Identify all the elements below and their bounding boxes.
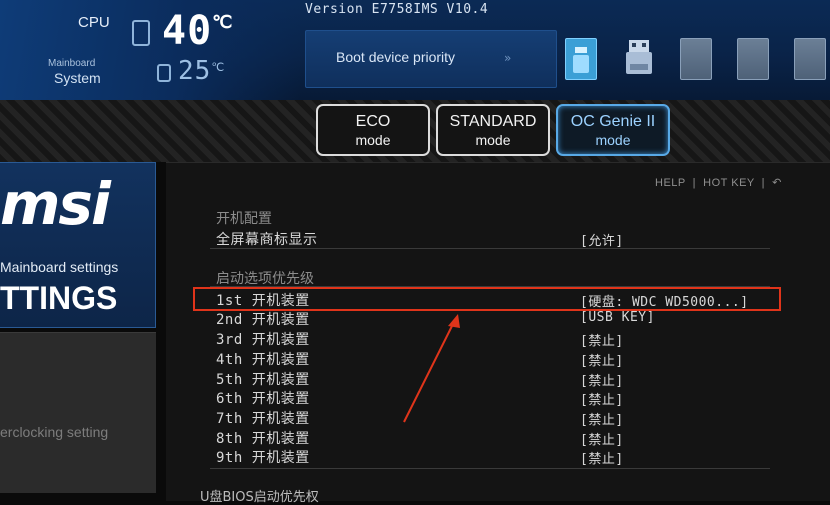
boot-device-slot-icon[interactable] (794, 38, 826, 80)
cpu-temperature: 40℃ (162, 8, 233, 54)
boot-device-6-label[interactable]: 6th 开机装置 (216, 388, 310, 408)
boot-device-1-value[interactable]: [硬盘: WDC WD5000...] (580, 291, 749, 310)
cpu-label: CPU (78, 14, 110, 31)
boot-device-2-value[interactable]: [USB KEY] (580, 310, 655, 325)
fullscreen-logo-label[interactable]: 全屏幕商标显示 (216, 229, 318, 249)
overclocking-panel-tab[interactable] (0, 332, 156, 493)
divider (210, 248, 770, 249)
system-temp-value: 25 (178, 56, 212, 86)
fullscreen-logo-value[interactable]: [允许] (580, 230, 624, 249)
cpu-temp-value: 40 (162, 8, 213, 54)
oc-mode-line2: mode (595, 132, 631, 148)
boot-device-8-value[interactable]: [禁止] (580, 429, 624, 448)
boot-device-3-label[interactable]: 3rd 开机装置 (216, 329, 310, 349)
standard-mode-line1: STANDARD (449, 113, 537, 130)
cpu-temp-unit: ℃ (212, 12, 234, 33)
eco-mode-line2: mode (355, 132, 391, 148)
eco-mode-line1: ECO (355, 113, 391, 130)
bios-version: Version E7758IMS V10.4 (305, 2, 489, 17)
boot-device-5-label[interactable]: 5th 开机装置 (216, 369, 310, 389)
usb-key-icon[interactable] (622, 38, 652, 78)
system-label: System (54, 70, 101, 86)
section-title-boot-priority: 启动选项优先级 (216, 271, 314, 287)
boot-device-slot-icon[interactable] (737, 38, 769, 80)
mainboard-label: Mainboard (48, 58, 96, 69)
divider (210, 468, 770, 469)
boot-device-6-value[interactable]: [禁止] (580, 389, 624, 408)
eco-mode-button[interactable]: ECO mode (316, 104, 430, 156)
boot-arrows-icon: » (504, 51, 514, 65)
help-bar: HELP | HOT KEY | ↶ (655, 176, 782, 189)
overclocking-label: erclocking setting (0, 424, 109, 440)
msi-logo: msi (0, 170, 111, 238)
help-divider: | (692, 177, 697, 189)
standard-mode-line2: mode (475, 132, 511, 148)
boot-device-5-value[interactable]: [禁止] (580, 370, 624, 389)
header-decoration (0, 0, 300, 100)
boot-device-3-value[interactable]: [禁止] (580, 330, 624, 349)
boot-device-slot-icon[interactable] (680, 38, 712, 80)
cpu-temp-box-icon (132, 20, 150, 46)
boot-device-7-value[interactable]: [禁止] (580, 409, 624, 428)
help-divider: | (761, 177, 766, 189)
settings-title: TTINGS (0, 280, 118, 316)
boot-device-8-label[interactable]: 8th 开机装置 (216, 428, 310, 448)
standard-mode-button[interactable]: STANDARD mode (436, 104, 550, 156)
hotkey-link[interactable]: HOT KEY (703, 177, 754, 189)
boot-device-4-label[interactable]: 4th 开机装置 (216, 349, 310, 369)
section-title-boot-config: 开机配置 (216, 211, 272, 227)
usb-drive-icon[interactable] (565, 38, 597, 80)
system-temp-unit: ℃ (211, 60, 226, 74)
boot-device-9-value[interactable]: [禁止] (580, 448, 624, 467)
boot-device-1-label[interactable]: 1st 开机装置 (216, 290, 310, 310)
oc-genie-mode-button[interactable]: OC Genie II mode (556, 104, 670, 156)
back-icon[interactable]: ↶ (772, 177, 782, 189)
help-link[interactable]: HELP (655, 177, 686, 189)
mainboard-settings-label: Mainboard settings (0, 259, 119, 275)
boot-device-2-label[interactable]: 2nd 开机装置 (216, 309, 310, 329)
boot-priority-bar[interactable]: Boot device priority » (305, 30, 557, 88)
oc-mode-line1: OC Genie II (570, 113, 656, 130)
system-temp-box-icon (157, 64, 171, 82)
boot-device-7-label[interactable]: 7th 开机装置 (216, 408, 310, 428)
boot-device-9-label[interactable]: 9th 开机装置 (216, 447, 310, 467)
system-temperature: 25℃ (178, 56, 225, 86)
boot-device-4-value[interactable]: [禁止] (580, 350, 624, 369)
boot-priority-label: Boot device priority (336, 49, 456, 65)
usb-bios-priority-item[interactable]: U盘BIOS启动优先权 (200, 486, 319, 505)
